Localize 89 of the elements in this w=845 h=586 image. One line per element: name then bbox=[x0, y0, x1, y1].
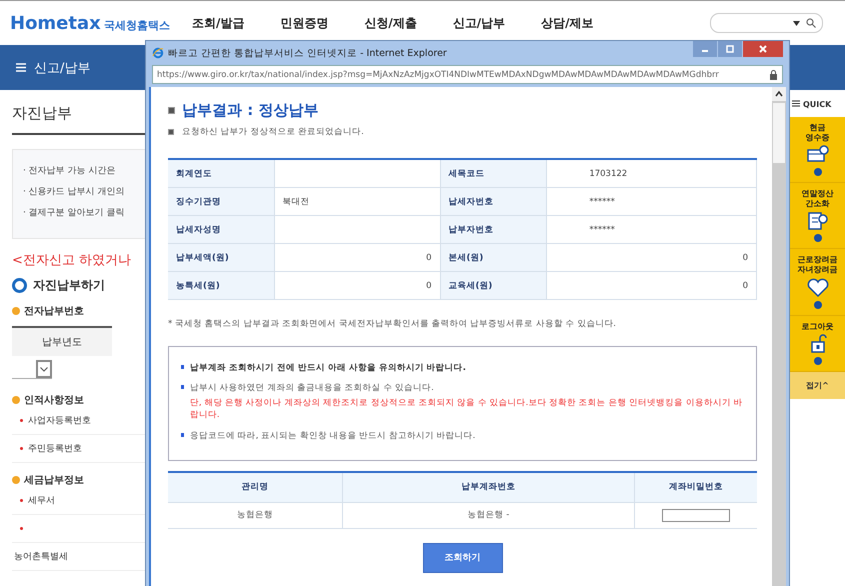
notice-text: · 신용카드 납부시 개인의 bbox=[23, 186, 124, 198]
required-mark-icon bbox=[20, 419, 23, 422]
square-bullet-icon bbox=[181, 432, 184, 437]
warning-text: 단, 해당 은행 사정이나 계좌상의 제한조치로 정상적으로 조회되지 않을 수 있습니다.보다 정확한 조회는 은행 인터넷뱅킹을 이용하시기 바랍니다. bbox=[190, 397, 744, 422]
nav-menu-item[interactable]: 신청/제출 bbox=[364, 14, 417, 32]
notice-text: · 전자납부 가능 시간은 bbox=[23, 165, 116, 177]
field-label: 사업자등록번호 bbox=[28, 415, 92, 427]
chevron-down-icon bbox=[36, 360, 52, 378]
nav-menu-item[interactable]: 조회/발급 bbox=[192, 14, 244, 32]
group-title: 전자납부번호 bbox=[24, 305, 84, 318]
menu-icon[interactable] bbox=[16, 63, 26, 72]
scrollbar[interactable] bbox=[772, 87, 786, 586]
section-title: 자진납부하기 bbox=[33, 277, 105, 294]
password-field[interactable] bbox=[662, 508, 730, 522]
close-button[interactable] bbox=[743, 41, 783, 57]
nav-menu-item[interactable]: 상담/제보 bbox=[541, 14, 594, 32]
table-label-cell: 징수기관명 bbox=[168, 188, 274, 216]
scroll-up-icon[interactable] bbox=[772, 87, 786, 101]
square-bullet-icon bbox=[181, 365, 184, 369]
nav-menu-item[interactable]: 민원증명 bbox=[280, 14, 328, 32]
group-title: 세금납부정보 bbox=[24, 474, 84, 487]
square-bullet-icon bbox=[181, 385, 184, 389]
menu-icon bbox=[792, 100, 800, 107]
notice-text: 납부계좌 조회하시기 전에 반드시 아래 사항을 유의하시기 바랍니다. bbox=[190, 362, 466, 374]
padlock-icon bbox=[769, 70, 778, 80]
notice-text: 응답코드에 따라, 표시되는 확인창 내용을 반드시 참고하시기 바랍니다. bbox=[190, 430, 476, 442]
table-value-cell: 0 bbox=[274, 272, 440, 300]
table-cell: 농협은행 - bbox=[342, 502, 634, 528]
notice-text: 납부시 사용하였던 계좌의 출금내용을 조회하실 수 있습니다. bbox=[190, 382, 435, 394]
column-header: 계좌비밀번호 bbox=[634, 472, 757, 502]
table-value-cell: 0 bbox=[546, 272, 756, 300]
footnote-text: * 국세청 홈택스의 납부결과 조회화면에서 국세전자납부확인서를 출력하여 납부증빙서류로 사용할 수 있습니다. bbox=[168, 318, 617, 330]
maximize-icon bbox=[726, 45, 734, 53]
close-icon bbox=[759, 45, 767, 53]
table-cell: 농협은행 bbox=[168, 502, 342, 528]
dropdown-caret-icon bbox=[793, 20, 800, 26]
nav-menu-item[interactable]: 신고/납부 bbox=[452, 14, 506, 32]
inquiry-button[interactable]: 조회하기 bbox=[422, 542, 502, 573]
quick-title: QUICK bbox=[803, 100, 832, 109]
warning-text: <전자신고 하였거나 bbox=[12, 252, 132, 269]
search-field[interactable] bbox=[710, 13, 823, 33]
browser-logo-icon bbox=[152, 47, 164, 59]
table-label-cell: 교육세(원) bbox=[440, 272, 547, 300]
required-mark-icon bbox=[20, 527, 23, 530]
scrollbar-thumb[interactable] bbox=[773, 103, 785, 163]
table-value-cell: ****** bbox=[546, 188, 756, 216]
hometax-logo[interactable]: Hometax 국세청홈택스 bbox=[10, 12, 180, 34]
required-mark-icon bbox=[20, 499, 23, 502]
column-header: 납부계좌번호 bbox=[342, 472, 634, 502]
maximize-button[interactable] bbox=[718, 41, 742, 57]
field-label: 농어촌특별세 bbox=[14, 551, 69, 563]
table-label-cell: 농특세(원) bbox=[168, 272, 274, 300]
table-header: 납부년도 bbox=[12, 326, 112, 356]
result-message: 요청하신 납부가 정상적으로 완료되었습니다. bbox=[182, 126, 364, 138]
table-label-cell: 납부자번호 bbox=[440, 216, 547, 244]
table-label-cell: 회계연도 bbox=[168, 159, 274, 188]
table-label-cell: 납세자번호 bbox=[440, 188, 547, 216]
field-label: 세무서 bbox=[28, 495, 56, 507]
result-heading: 납부결과 : 정상납부 bbox=[182, 101, 318, 120]
bullet-icon bbox=[12, 307, 20, 315]
square-bullet-icon bbox=[168, 129, 174, 135]
group-title: 인적사항정보 bbox=[24, 394, 84, 407]
table-value-cell: 북대전 bbox=[274, 188, 440, 216]
table-value-cell: 0 bbox=[274, 244, 440, 272]
table-value-cell: 0 bbox=[546, 244, 756, 272]
year-select[interactable] bbox=[12, 360, 52, 379]
notice-text: · 결제구분 알아보기 클릭 bbox=[23, 207, 124, 219]
table-label-cell: 본세(원) bbox=[440, 244, 547, 272]
circle-bullet-icon bbox=[12, 278, 27, 293]
url-text: https://www.giro.or.kr/tax/national/index.jsp?msg=MjAxNzAzMjgxOTI4NDIwMTEwMDAxNDgwMDAwMDAwMDAwMDAwMDAwMGdhbrr bbox=[157, 70, 720, 80]
search-icon[interactable] bbox=[806, 18, 816, 28]
table-label-cell: 납세자성명 bbox=[168, 216, 274, 244]
document-icon bbox=[806, 211, 828, 232]
table-value-cell: ****** bbox=[546, 216, 756, 244]
bullet-icon bbox=[12, 396, 20, 404]
table-value-cell: 1703122 bbox=[546, 159, 756, 188]
heart-icon bbox=[806, 278, 828, 298]
minimize-button[interactable] bbox=[693, 41, 717, 57]
required-mark-icon bbox=[20, 447, 23, 450]
square-bullet-icon bbox=[168, 107, 175, 114]
bullet-icon bbox=[12, 476, 20, 484]
collapse-button[interactable]: 접기^ bbox=[790, 372, 845, 400]
address-bar[interactable]: https://www.giro.or.kr/tax/national/index.jsp?msg=MjAxNzAzMjgxOTI4NDIwMTEwMDAxNDgwMDAwMDAwMDAwMDAwMDAwMGdhbrr bbox=[152, 65, 783, 84]
field-label: 주민등록번호 bbox=[28, 443, 83, 455]
table-label-cell: 세목코드 bbox=[440, 159, 547, 188]
menu-title[interactable]: 신고/납부 bbox=[34, 58, 90, 76]
table-label-cell: 납부세액(원) bbox=[168, 244, 274, 272]
window-title: 빠르고 간편한 통합납부서비스 인터넷지로 - Internet Explorer bbox=[168, 46, 448, 60]
column-header: 관리명 bbox=[168, 472, 342, 502]
